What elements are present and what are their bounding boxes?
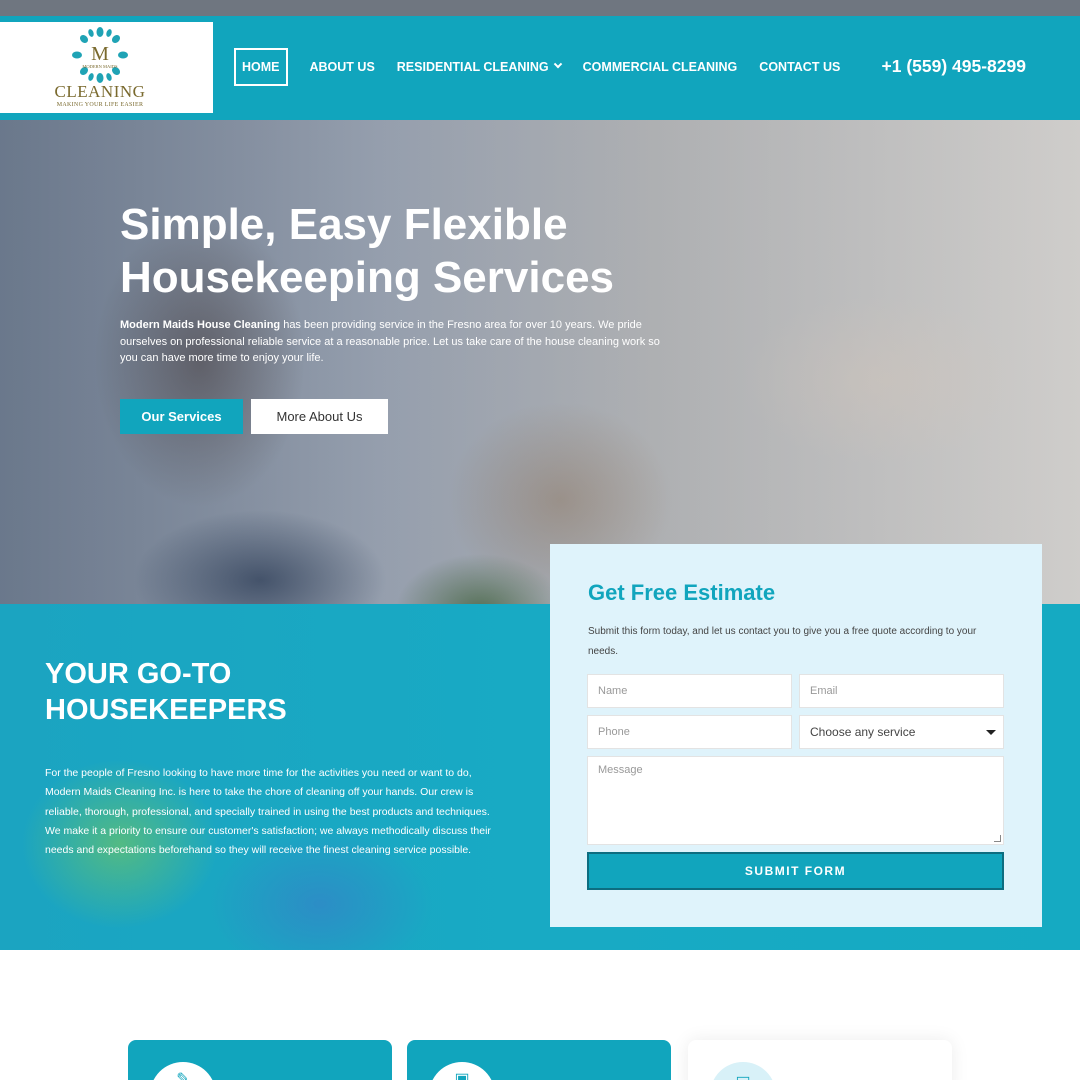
about-text: For the people of Fresno looking to have… (45, 767, 491, 857)
nav-commercial-cleaning[interactable]: COMMERCIAL CLEANING (583, 48, 738, 86)
chevron-down-icon (553, 59, 562, 69)
logo-wordmark: CLEANING (54, 82, 146, 101)
form-title: Get Free Estimate (588, 580, 776, 605)
name-input[interactable]: Name (587, 674, 792, 708)
card-icon-badge: ✎ (150, 1062, 216, 1080)
more-about-us-button[interactable]: More About Us (251, 399, 388, 434)
service-card[interactable]: ✎ (128, 1040, 392, 1080)
nav-home[interactable]: HOME (234, 48, 288, 86)
hero-description-bold: Modern Maids House Cleaning (120, 319, 281, 331)
service-select[interactable]: Choose any service (799, 715, 1004, 749)
logo-small-text: MODERN MAIDS (82, 64, 118, 69)
nav-residential-cleaning[interactable]: RESIDENTIAL CLEANING (396, 48, 562, 86)
email-input[interactable]: Email (799, 674, 1004, 708)
submit-form-button[interactable]: SUBMIT FORM (587, 852, 1004, 890)
message-textarea[interactable]: Message (587, 756, 1004, 845)
main-nav: HOME ABOUT US RESIDENTIAL CLEANING COMME… (234, 48, 862, 86)
estimate-form-card: Get Free Estimate Submit this form today… (550, 544, 1042, 927)
phone-input[interactable]: Phone (587, 715, 792, 749)
nav-residential-label: RESIDENTIAL CLEANING (396, 60, 549, 74)
brush-icon: ✎ (176, 1071, 190, 1080)
card-icon-badge: ▣ (429, 1062, 495, 1080)
phone-number-link[interactable]: +1 (559) 495-8299 (882, 56, 1027, 77)
resize-handle-icon[interactable] (994, 835, 1001, 842)
top-image-strip (0, 0, 1080, 16)
about-title: YOUR GO-TO HOUSEKEEPERS (45, 658, 287, 726)
monitor-icon: ▭ (735, 1071, 751, 1080)
hero-section: Simple, Easy Flexible Housekeeping Servi… (0, 120, 1080, 604)
service-card[interactable]: ▣ (407, 1040, 671, 1080)
hero-description: Modern Maids House Cleaning has been pro… (120, 317, 668, 367)
caret-down-icon (986, 730, 996, 735)
logo-monogram: M (91, 43, 109, 65)
service-select-value: Choose any service (810, 725, 916, 739)
our-services-button[interactable]: Our Services (120, 399, 243, 434)
nav-contact-us[interactable]: CONTACT US (759, 48, 840, 86)
logo-tagline: MAKING YOUR LIFE EASIER (56, 102, 144, 108)
site-header: M MODERN MAIDS CLEANING MAKING YOUR LIFE… (0, 16, 1080, 120)
hero-title: Simple, Easy Flexible Housekeeping Servi… (120, 200, 615, 302)
nav-about-us[interactable]: ABOUT US (310, 48, 375, 86)
form-subtitle: Submit this form today, and let us conta… (588, 626, 977, 657)
service-card[interactable]: ▭ (688, 1040, 952, 1080)
appliance-icon: ▣ (454, 1071, 470, 1080)
logo[interactable]: M MODERN MAIDS CLEANING MAKING YOUR LIFE… (0, 22, 213, 113)
card-icon-badge: ▭ (710, 1062, 776, 1080)
message-placeholder: Message (598, 764, 643, 776)
logo-flower-icon: M MODERN MAIDS (72, 27, 128, 83)
